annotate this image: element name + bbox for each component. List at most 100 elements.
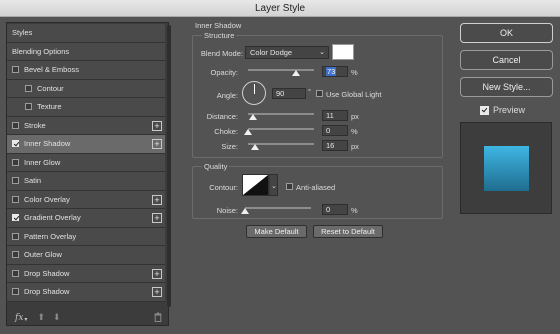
ok-button[interactable]: OK xyxy=(460,23,553,43)
styles-list-panel: Styles Blending Options Bevel & Emboss Cont… xyxy=(6,22,171,326)
blend-mode-label: Blend Mode: xyxy=(200,49,243,58)
distance-slider-thumb[interactable] xyxy=(249,114,257,120)
new-style-button[interactable]: New Style... xyxy=(460,77,553,97)
style-preview-swatch xyxy=(484,146,529,191)
angle-unit: ° xyxy=(308,87,311,96)
fx-menu-button[interactable]: fx xyxy=(15,313,23,323)
style-item-label: Color Overlay xyxy=(24,194,70,204)
style-item-texture[interactable]: Texture xyxy=(7,98,165,117)
style-item-pattern-overlay[interactable]: Pattern Overlay xyxy=(7,227,165,246)
window-title: Layer Style xyxy=(254,3,306,14)
styles-list-scrollbar[interactable] xyxy=(167,25,171,307)
style-item-color-overlay[interactable]: Color Overlay + xyxy=(7,190,165,209)
style-item-drop-shadow[interactable]: Drop Shadow + xyxy=(7,264,165,283)
choke-label: Choke: xyxy=(214,127,238,136)
style-item-checkbox[interactable] xyxy=(12,269,19,277)
distance-slider-track[interactable] xyxy=(248,113,314,115)
choke-slider-thumb[interactable] xyxy=(244,129,252,135)
distance-unit: px xyxy=(351,112,359,121)
reset-to-default-button[interactable]: Reset to Default xyxy=(313,225,383,238)
style-item-styles[interactable]: Styles xyxy=(7,24,165,43)
preview-checkbox[interactable] xyxy=(480,106,489,115)
style-item-checkbox[interactable] xyxy=(12,232,19,240)
style-item-label: Texture xyxy=(37,102,62,112)
angle-label: Angle: xyxy=(216,91,238,100)
style-item-gradient-overlay[interactable]: Gradient Overlay + xyxy=(7,209,165,228)
choke-slider-track[interactable] xyxy=(248,128,314,130)
distance-input[interactable]: 11 xyxy=(322,110,348,121)
style-item-label: Styles xyxy=(12,28,33,38)
noise-slider-track[interactable] xyxy=(245,207,311,209)
size-input[interactable]: 16 xyxy=(322,140,348,151)
style-item-checkbox[interactable] xyxy=(12,288,19,296)
style-item-checkbox[interactable] xyxy=(12,158,19,166)
style-item-label: Gradient Overlay xyxy=(24,213,81,223)
section-title: Inner Shadow xyxy=(195,21,242,30)
style-item-contour[interactable]: Contour xyxy=(7,79,165,98)
style-item-label: Satin xyxy=(24,176,42,186)
styles-list-footer: fx ▾ ⬆ ⬇ xyxy=(7,309,168,326)
style-item-blending-options[interactable]: Blending Options xyxy=(7,42,165,61)
size-unit: px xyxy=(351,142,359,151)
contour-picker[interactable]: ⌄ xyxy=(242,174,278,196)
svg-text:⌄: ⌄ xyxy=(271,183,277,190)
use-global-light-checkbox[interactable] xyxy=(316,90,323,97)
opacity-unit: % xyxy=(351,68,358,77)
size-slider-thumb[interactable] xyxy=(251,144,259,150)
cancel-button[interactable]: Cancel xyxy=(460,50,553,70)
angle-input[interactable]: 90 xyxy=(272,88,306,99)
trash-icon[interactable] xyxy=(154,312,162,322)
noise-slider-thumb[interactable] xyxy=(241,208,249,214)
style-item-satin[interactable]: Satin xyxy=(7,172,165,191)
opacity-slider-track[interactable] xyxy=(248,69,314,71)
noise-label: Noise: xyxy=(216,206,238,215)
opacity-slider-thumb[interactable] xyxy=(292,70,300,76)
style-item-label: Bevel & Emboss xyxy=(24,65,80,75)
shadow-color-swatch[interactable] xyxy=(332,44,354,60)
style-item-bevel-emboss[interactable]: Bevel & Emboss xyxy=(7,61,165,80)
style-item-checkbox[interactable] xyxy=(12,66,19,74)
style-item-checkbox[interactable] xyxy=(25,103,32,111)
blend-mode-value: Color Dodge xyxy=(250,48,293,57)
anti-aliased-checkbox[interactable] xyxy=(286,183,293,190)
style-item-checkbox[interactable] xyxy=(12,214,19,222)
angle-dial[interactable] xyxy=(242,81,266,105)
add-effect-plus-icon[interactable]: + xyxy=(152,194,162,205)
add-effect-plus-icon[interactable]: + xyxy=(152,120,162,131)
add-effect-plus-icon[interactable]: + xyxy=(152,287,162,297)
move-effect-down-icon[interactable]: ⬇ xyxy=(53,312,61,323)
window-titlebar: Layer Style xyxy=(0,0,560,17)
style-item-label: Inner Shadow xyxy=(24,139,71,149)
style-item-checkbox[interactable] xyxy=(12,195,19,203)
add-effect-plus-icon[interactable]: + xyxy=(152,139,162,149)
chevron-down-icon: ⌄ xyxy=(319,49,325,56)
move-effect-up-icon[interactable]: ⬆ xyxy=(37,312,45,323)
style-item-checkbox[interactable] xyxy=(12,121,19,129)
make-default-button[interactable]: Make Default xyxy=(246,225,307,238)
style-item-inner-shadow[interactable]: Inner Shadow + xyxy=(7,135,165,154)
preview-label: Preview xyxy=(493,105,526,115)
distance-label: Distance: xyxy=(206,112,238,121)
add-effect-plus-icon[interactable]: + xyxy=(152,268,162,279)
style-item-outer-glow[interactable]: Outer Glow xyxy=(7,246,165,265)
styles-list: Styles Blending Options Bevel & Emboss Cont… xyxy=(7,23,165,307)
style-item-drop-shadow[interactable]: Drop Shadow + xyxy=(7,283,165,302)
opacity-input[interactable]: 73 xyxy=(322,66,348,77)
blend-mode-select[interactable]: Color Dodge ⌄ xyxy=(245,46,329,59)
style-item-checkbox[interactable] xyxy=(25,84,32,92)
add-effect-plus-icon[interactable]: + xyxy=(152,213,162,223)
size-label: Size: xyxy=(221,142,238,151)
style-item-label: Drop Shadow xyxy=(24,287,70,297)
style-item-label: Drop Shadow xyxy=(24,268,70,278)
style-item-stroke[interactable]: Stroke + xyxy=(7,116,165,135)
style-item-checkbox[interactable] xyxy=(12,177,19,185)
fx-menu-chevron-icon: ▾ xyxy=(24,317,28,323)
style-item-inner-glow[interactable]: Inner Glow xyxy=(7,153,165,172)
noise-unit: % xyxy=(351,206,358,215)
choke-input[interactable]: 0 xyxy=(322,125,348,136)
style-item-label: Stroke xyxy=(24,120,46,130)
style-item-label: Outer Glow xyxy=(24,250,62,260)
style-item-checkbox[interactable] xyxy=(12,140,19,148)
style-item-checkbox[interactable] xyxy=(12,251,19,259)
noise-input[interactable]: 0 xyxy=(322,204,348,215)
